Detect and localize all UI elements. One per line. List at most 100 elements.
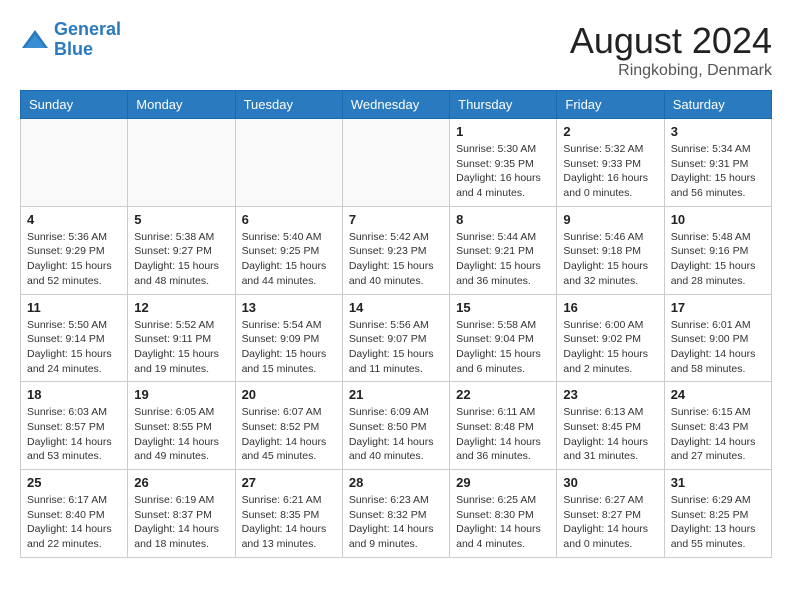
day-info: Sunrise: 6:11 AM Sunset: 8:48 PM Dayligh… (456, 405, 550, 464)
title-block: August 2024 Ringkobing, Denmark (570, 20, 772, 80)
day-info: Sunrise: 6:03 AM Sunset: 8:57 PM Dayligh… (27, 405, 121, 464)
day-number: 3 (671, 124, 765, 139)
day-info: Sunrise: 5:44 AM Sunset: 9:21 PM Dayligh… (456, 230, 550, 289)
col-tuesday: Tuesday (235, 91, 342, 119)
day-info: Sunrise: 6:23 AM Sunset: 8:32 PM Dayligh… (349, 493, 443, 552)
logo: General Blue (20, 20, 121, 60)
day-number: 23 (563, 387, 657, 402)
day-number: 16 (563, 300, 657, 315)
day-info: Sunrise: 5:36 AM Sunset: 9:29 PM Dayligh… (27, 230, 121, 289)
day-number: 10 (671, 212, 765, 227)
calendar-table: Sunday Monday Tuesday Wednesday Thursday… (20, 90, 772, 558)
day-number: 8 (456, 212, 550, 227)
day-info: Sunrise: 6:27 AM Sunset: 8:27 PM Dayligh… (563, 493, 657, 552)
day-info: Sunrise: 6:19 AM Sunset: 8:37 PM Dayligh… (134, 493, 228, 552)
table-row: 18 Sunrise: 6:03 AM Sunset: 8:57 PM Dayli… (21, 382, 128, 470)
col-wednesday: Wednesday (342, 91, 449, 119)
day-number: 19 (134, 387, 228, 402)
logo-icon (20, 28, 50, 52)
day-number: 13 (242, 300, 336, 315)
day-info: Sunrise: 5:34 AM Sunset: 9:31 PM Dayligh… (671, 142, 765, 201)
table-row: 13 Sunrise: 5:54 AM Sunset: 9:09 PM Dayli… (235, 294, 342, 382)
day-info: Sunrise: 6:21 AM Sunset: 8:35 PM Dayligh… (242, 493, 336, 552)
day-number: 30 (563, 475, 657, 490)
day-number: 2 (563, 124, 657, 139)
day-number: 26 (134, 475, 228, 490)
day-info: Sunrise: 5:50 AM Sunset: 9:14 PM Dayligh… (27, 318, 121, 377)
day-number: 5 (134, 212, 228, 227)
table-row: 24Sunrise: 6:15 AM Sunset: 8:43 PM Dayli… (664, 382, 771, 470)
table-row: 5 Sunrise: 5:38 AM Sunset: 9:27 PM Daylig… (128, 206, 235, 294)
calendar-week-row: 4Sunrise: 5:36 AM Sunset: 9:29 PM Daylig… (21, 206, 772, 294)
day-info: Sunrise: 5:42 AM Sunset: 9:23 PM Dayligh… (349, 230, 443, 289)
table-row (235, 119, 342, 207)
day-number: 6 (242, 212, 336, 227)
table-row: 22 Sunrise: 6:11 AM Sunset: 8:48 PM Dayli… (450, 382, 557, 470)
col-monday: Monday (128, 91, 235, 119)
table-row: 9Sunrise: 5:46 AM Sunset: 9:18 PM Daylig… (557, 206, 664, 294)
table-row: 21Sunrise: 6:09 AM Sunset: 8:50 PM Dayli… (342, 382, 449, 470)
table-row: 11 Sunrise: 5:50 AM Sunset: 9:14 PM Dayli… (21, 294, 128, 382)
page-header: General Blue August 2024 Ringkobing, Den… (20, 20, 772, 80)
table-row: 31Sunrise: 6:29 AM Sunset: 8:25 PM Dayli… (664, 470, 771, 558)
table-row (342, 119, 449, 207)
day-info: Sunrise: 6:29 AM Sunset: 8:25 PM Dayligh… (671, 493, 765, 552)
calendar-header-row: Sunday Monday Tuesday Wednesday Thursday… (21, 91, 772, 119)
day-number: 29 (456, 475, 550, 490)
table-row: 28 Sunrise: 6:23 AM Sunset: 8:32 PM Dayli… (342, 470, 449, 558)
logo-blue: Blue (54, 39, 93, 59)
logo-general: General (54, 19, 121, 39)
table-row: 7 Sunrise: 5:42 AM Sunset: 9:23 PM Daylig… (342, 206, 449, 294)
table-row: 15 Sunrise: 5:58 AM Sunset: 9:04 PM Dayli… (450, 294, 557, 382)
table-row: 14 Sunrise: 5:56 AM Sunset: 9:07 PM Dayli… (342, 294, 449, 382)
day-info: Sunrise: 5:56 AM Sunset: 9:07 PM Dayligh… (349, 318, 443, 377)
location: Ringkobing, Denmark (570, 62, 772, 80)
day-number: 12 (134, 300, 228, 315)
col-thursday: Thursday (450, 91, 557, 119)
day-number: 20 (242, 387, 336, 402)
day-number: 9 (563, 212, 657, 227)
calendar-week-row: 11 Sunrise: 5:50 AM Sunset: 9:14 PM Dayli… (21, 294, 772, 382)
day-info: Sunrise: 5:32 AM Sunset: 9:33 PM Dayligh… (563, 142, 657, 201)
day-number: 28 (349, 475, 443, 490)
day-info: Sunrise: 6:25 AM Sunset: 8:30 PM Dayligh… (456, 493, 550, 552)
table-row: 4Sunrise: 5:36 AM Sunset: 9:29 PM Daylig… (21, 206, 128, 294)
day-info: Sunrise: 5:58 AM Sunset: 9:04 PM Dayligh… (456, 318, 550, 377)
day-info: Sunrise: 6:00 AM Sunset: 9:02 PM Dayligh… (563, 318, 657, 377)
table-row: 20Sunrise: 6:07 AM Sunset: 8:52 PM Dayli… (235, 382, 342, 470)
table-row: 29 Sunrise: 6:25 AM Sunset: 8:30 PM Dayli… (450, 470, 557, 558)
table-row: 6Sunrise: 5:40 AM Sunset: 9:25 PM Daylig… (235, 206, 342, 294)
table-row (128, 119, 235, 207)
day-info: Sunrise: 5:38 AM Sunset: 9:27 PM Dayligh… (134, 230, 228, 289)
table-row: 23Sunrise: 6:13 AM Sunset: 8:45 PM Dayli… (557, 382, 664, 470)
day-number: 25 (27, 475, 121, 490)
day-number: 22 (456, 387, 550, 402)
table-row (21, 119, 128, 207)
table-row: 3 Sunrise: 5:34 AM Sunset: 9:31 PM Daylig… (664, 119, 771, 207)
day-info: Sunrise: 5:52 AM Sunset: 9:11 PM Dayligh… (134, 318, 228, 377)
table-row: 2 Sunrise: 5:32 AM Sunset: 9:33 PM Daylig… (557, 119, 664, 207)
table-row: 26 Sunrise: 6:19 AM Sunset: 8:37 PM Dayli… (128, 470, 235, 558)
table-row: 16 Sunrise: 6:00 AM Sunset: 9:02 PM Dayli… (557, 294, 664, 382)
col-saturday: Saturday (664, 91, 771, 119)
table-row: 12 Sunrise: 5:52 AM Sunset: 9:11 PM Dayli… (128, 294, 235, 382)
day-info: Sunrise: 5:48 AM Sunset: 9:16 PM Dayligh… (671, 230, 765, 289)
day-info: Sunrise: 5:54 AM Sunset: 9:09 PM Dayligh… (242, 318, 336, 377)
day-number: 7 (349, 212, 443, 227)
calendar-week-row: 25 Sunrise: 6:17 AM Sunset: 8:40 PM Dayli… (21, 470, 772, 558)
col-friday: Friday (557, 91, 664, 119)
day-number: 17 (671, 300, 765, 315)
col-sunday: Sunday (21, 91, 128, 119)
table-row: 19Sunrise: 6:05 AM Sunset: 8:55 PM Dayli… (128, 382, 235, 470)
day-number: 11 (27, 300, 121, 315)
day-number: 14 (349, 300, 443, 315)
day-number: 15 (456, 300, 550, 315)
day-info: Sunrise: 6:01 AM Sunset: 9:00 PM Dayligh… (671, 318, 765, 377)
day-number: 27 (242, 475, 336, 490)
day-info: Sunrise: 6:17 AM Sunset: 8:40 PM Dayligh… (27, 493, 121, 552)
day-number: 21 (349, 387, 443, 402)
day-number: 18 (27, 387, 121, 402)
day-info: Sunrise: 5:30 AM Sunset: 9:35 PM Dayligh… (456, 142, 550, 201)
table-row: 17 Sunrise: 6:01 AM Sunset: 9:00 PM Dayli… (664, 294, 771, 382)
day-number: 24 (671, 387, 765, 402)
